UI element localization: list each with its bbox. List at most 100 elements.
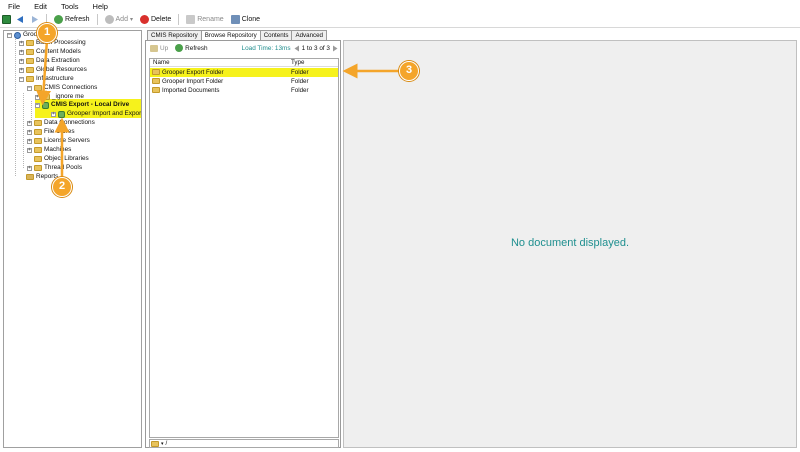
pager: 1 to 3 of 3	[294, 45, 338, 52]
next-page-icon[interactable]	[332, 45, 338, 52]
tree-node-data-extraction[interactable]: + Data Extraction	[19, 57, 80, 65]
menu-edit[interactable]: Edit	[34, 2, 47, 11]
menu-tools[interactable]: Tools	[61, 2, 79, 11]
up-label: Up	[160, 44, 169, 52]
menu-file[interactable]: File	[8, 2, 20, 11]
tab-contents[interactable]: Contents	[259, 30, 293, 40]
expand-icon[interactable]: +	[27, 129, 32, 135]
refresh-button[interactable]: Refresh	[52, 13, 92, 27]
tree-node-reports[interactable]: + Reports	[19, 173, 58, 181]
path-bar: ▾ /	[149, 439, 339, 448]
rename-icon	[186, 15, 196, 24]
clone-icon	[230, 15, 240, 24]
path-dropdown-icon[interactable]: ▾	[161, 441, 164, 447]
tree-node-label: Data Extraction	[36, 57, 80, 64]
tree-node-thread-pools[interactable]: + Thread Pools	[27, 164, 82, 172]
tab-advanced[interactable]: Advanced	[291, 30, 327, 40]
browse-repository-body: Up Refresh Load Time: 13ms 1 to 3 of 3 N…	[145, 40, 341, 448]
callout-badge-2: 2	[52, 177, 72, 197]
expand-icon[interactable]: +	[19, 58, 24, 64]
folder-icon	[152, 87, 160, 93]
delete-button[interactable]: Delete	[138, 13, 173, 27]
tab-cmis-repository[interactable]: CMIS Repository	[147, 30, 202, 40]
expand-icon[interactable]: +	[19, 67, 24, 73]
tree-node-grooper-import-export[interactable]: + Grooper Import and Export	[51, 110, 141, 118]
clone-button[interactable]: Clone	[229, 13, 262, 27]
refresh-label: Refresh	[65, 16, 90, 23]
tree-node-label: Data Connections	[44, 119, 95, 126]
expand-icon[interactable]: +	[27, 165, 32, 171]
folder-up-icon	[150, 44, 158, 52]
toolbar-separator	[178, 14, 180, 25]
browse-toolbar: Up Refresh Load Time: 13ms 1 to 3 of 3	[148, 42, 338, 54]
tree-node-label: _ignore me	[52, 93, 84, 100]
expand-icon[interactable]: +	[27, 120, 32, 126]
folder-icon	[34, 156, 42, 162]
tree-node-global-resources[interactable]: + Global Resources	[19, 66, 87, 74]
tree-node-object-libraries[interactable]: + Object Libraries	[27, 155, 89, 163]
tree-node-data-connections[interactable]: + Data Connections	[27, 119, 95, 127]
list-row-imported-documents[interactable]: Imported Documents Folder	[150, 86, 338, 95]
callout-badge-1: 1	[37, 23, 57, 43]
folder-icon	[34, 85, 42, 91]
folder-icon	[152, 69, 160, 75]
column-header-type[interactable]: Type	[291, 59, 304, 67]
forward-button[interactable]	[29, 13, 41, 27]
tree-node-root[interactable]: − Groo	[7, 31, 37, 39]
row-type: Folder	[291, 78, 309, 85]
list-row-grooper-export-folder[interactable]: Grooper Export Folder Folder	[150, 68, 338, 77]
column-header-name[interactable]: Name	[153, 59, 170, 67]
tab-strip: CMIS Repository Browse Repository Conten…	[147, 30, 327, 41]
tree-node-label: License Servers	[44, 137, 90, 144]
current-path: /	[165, 440, 168, 447]
no-document-message: No document displayed.	[510, 237, 629, 249]
folder-icon	[34, 147, 42, 153]
collapse-icon[interactable]: −	[35, 102, 40, 108]
toolbar-separator	[96, 14, 98, 25]
path-folder-icon[interactable]	[151, 440, 159, 447]
expand-icon[interactable]: +	[19, 49, 24, 55]
row-name: Imported Documents	[162, 87, 220, 94]
collapse-icon[interactable]: −	[19, 76, 24, 82]
tree-node-license-servers[interactable]: + License Servers	[27, 137, 90, 145]
forward-arrow-icon	[32, 16, 38, 23]
back-button[interactable]	[14, 13, 26, 27]
tree-node-machines[interactable]: + Machines	[27, 146, 71, 154]
collapse-icon[interactable]: −	[27, 85, 32, 91]
browse-refresh-button[interactable]: Refresh	[173, 41, 209, 55]
tree-node-label: Global Resources	[36, 66, 87, 73]
tree-node-file-stores[interactable]: + File Stores	[27, 128, 75, 136]
add-icon	[104, 15, 114, 24]
rename-button[interactable]: Rename	[184, 13, 225, 27]
folder-icon	[26, 40, 34, 46]
add-label: Add	[115, 16, 128, 23]
expand-icon[interactable]: +	[27, 138, 32, 144]
list-row-grooper-import-folder[interactable]: Grooper Import Folder Folder	[150, 77, 338, 86]
expand-icon[interactable]: +	[35, 94, 40, 100]
tree-node-cmis-export-local-drive[interactable]: − CMIS Export - Local Drive	[35, 101, 129, 109]
up-button[interactable]: Up	[148, 41, 170, 55]
tree-node-label: Object Libraries	[44, 155, 89, 162]
add-button[interactable]: Add ▾	[103, 13, 135, 27]
menu-help[interactable]: Help	[93, 2, 108, 11]
folder-icon	[42, 94, 50, 100]
tree-node-label: Groo	[23, 31, 38, 38]
tree-node-ignore-me[interactable]: + _ignore me	[35, 93, 84, 101]
back-arrow-icon	[17, 16, 23, 23]
tree-node-infrastructure[interactable]: − Infrastructure	[19, 75, 74, 83]
grooper-root-icon	[14, 31, 21, 39]
delete-label: Delete	[151, 16, 172, 23]
expand-icon[interactable]: +	[27, 147, 32, 153]
delete-icon	[140, 15, 149, 24]
expand-icon[interactable]: +	[51, 111, 56, 117]
collapse-icon[interactable]: −	[7, 32, 12, 38]
tree-node-label: CMIS Connections	[44, 84, 98, 91]
menu-bar: File Edit Tools Help	[0, 0, 800, 12]
previous-page-icon[interactable]	[294, 45, 300, 52]
tree-node-content-models[interactable]: + Content Models	[19, 48, 81, 56]
folder-icon	[34, 129, 42, 135]
tree-node-label: Content Models	[36, 48, 81, 55]
expand-icon[interactable]: +	[19, 40, 24, 46]
folder-list: Name Type Grooper Export Folder Folder G…	[149, 58, 339, 438]
tree-node-cmis-connections[interactable]: − CMIS Connections	[27, 84, 97, 92]
